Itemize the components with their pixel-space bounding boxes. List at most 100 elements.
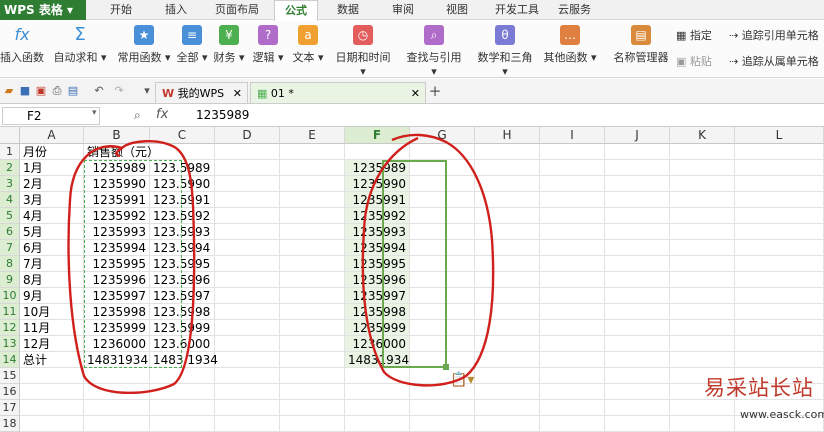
cell-sales[interactable]: 1235990 xyxy=(84,176,150,192)
grid-cell[interactable] xyxy=(215,416,280,432)
fill-handle[interactable] xyxy=(443,364,449,370)
grid-cell[interactable] xyxy=(215,192,280,208)
cell-scaled[interactable]: 123.5998 xyxy=(150,304,215,320)
grid-cell[interactable] xyxy=(215,144,280,160)
grid-cell[interactable] xyxy=(735,224,824,240)
cell-copied-sales[interactable]: 1235991 xyxy=(345,192,410,208)
grid-cell[interactable] xyxy=(280,144,345,160)
grid-cell[interactable] xyxy=(215,160,280,176)
grid-cell[interactable] xyxy=(410,288,475,304)
grid-cell[interactable] xyxy=(670,320,735,336)
grid-cell[interactable] xyxy=(475,304,540,320)
grid-cell[interactable] xyxy=(670,304,735,320)
grid-cell[interactable] xyxy=(605,400,670,416)
text-button[interactable]: a 文本 ▾ xyxy=(292,25,324,65)
grid-cell[interactable] xyxy=(540,400,605,416)
grid-cell[interactable] xyxy=(475,224,540,240)
grid-cell[interactable] xyxy=(215,336,280,352)
grid-cell[interactable] xyxy=(84,416,150,432)
row-header-1[interactable]: 1 xyxy=(0,144,20,160)
grid-cell[interactable] xyxy=(20,400,84,416)
grid-cell[interactable] xyxy=(150,400,215,416)
cell-b1[interactable]: 销售额（元） xyxy=(84,144,159,160)
grid-cell[interactable] xyxy=(280,336,345,352)
grid-cell[interactable] xyxy=(20,416,84,432)
open-folder-icon[interactable]: ▰ xyxy=(2,84,16,98)
column-header-b[interactable]: B xyxy=(84,127,150,144)
grid-cell[interactable] xyxy=(475,400,540,416)
cell-copied-sales[interactable]: 14831934 xyxy=(345,352,410,368)
row-header-3[interactable]: 3 xyxy=(0,176,20,192)
menu-review[interactable]: 审阅 xyxy=(392,0,414,20)
row-header-18[interactable]: 18 xyxy=(0,416,20,432)
cell-scaled[interactable]: 123.5992 xyxy=(150,208,215,224)
grid-cell[interactable] xyxy=(410,144,475,160)
grid-cell[interactable] xyxy=(670,160,735,176)
menu-home[interactable]: 开始 xyxy=(110,0,132,20)
grid-cell[interactable] xyxy=(215,304,280,320)
cell-copied-sales[interactable]: 1235995 xyxy=(345,256,410,272)
grid-cell[interactable] xyxy=(475,368,540,384)
cell-sales[interactable]: 1235994 xyxy=(84,240,150,256)
cell-month[interactable]: 总计 xyxy=(20,352,84,368)
grid-cell[interactable] xyxy=(540,416,605,432)
grid-cell[interactable] xyxy=(735,352,824,368)
column-header-a[interactable]: A xyxy=(20,127,84,144)
grid-cell[interactable] xyxy=(735,192,824,208)
grid-cell[interactable] xyxy=(605,256,670,272)
row-header-17[interactable]: 17 xyxy=(0,400,20,416)
row-header-8[interactable]: 8 xyxy=(0,256,20,272)
grid-cell[interactable] xyxy=(605,272,670,288)
grid-cell[interactable] xyxy=(605,336,670,352)
grid-cell[interactable] xyxy=(670,288,735,304)
app-menu-button[interactable]: WPS 表格 ▾ xyxy=(0,0,86,20)
tab-01[interactable]: ▦ 01 * ✕ xyxy=(250,82,426,103)
paste-options-icon[interactable]: 📋▾ xyxy=(450,372,474,388)
grid-cell[interactable] xyxy=(280,384,345,400)
grid-cell[interactable] xyxy=(280,240,345,256)
grid-cell[interactable] xyxy=(605,176,670,192)
grid-cell[interactable] xyxy=(670,192,735,208)
cell-month[interactable]: 1月 xyxy=(20,160,84,176)
cell-copied-sales[interactable]: 1235989 xyxy=(345,160,410,176)
grid-cell[interactable] xyxy=(475,288,540,304)
column-header-k[interactable]: K xyxy=(670,127,735,144)
trace-dependents-button[interactable]: ⇢ 追踪从属单元格 xyxy=(729,53,819,69)
grid-cell[interactable] xyxy=(670,400,735,416)
cell-scaled[interactable]: 123.5997 xyxy=(150,288,215,304)
grid-cell[interactable] xyxy=(345,400,410,416)
cell-copied-sales[interactable]: 1235990 xyxy=(345,176,410,192)
save-icon[interactable]: ■ xyxy=(18,84,32,98)
trace-precedents-button[interactable]: ⇢ 追踪引用单元格 xyxy=(729,27,819,43)
other-functions-button[interactable]: … 其他函数 ▾ xyxy=(543,25,597,65)
cell-scaled[interactable]: 1483.1934 xyxy=(150,352,218,368)
grid-cell[interactable] xyxy=(215,272,280,288)
grid-cell[interactable] xyxy=(410,400,475,416)
grid-cell[interactable] xyxy=(540,336,605,352)
grid-cell[interactable] xyxy=(280,368,345,384)
grid-cell[interactable] xyxy=(410,320,475,336)
grid-cell[interactable] xyxy=(475,416,540,432)
grid-cell[interactable] xyxy=(605,368,670,384)
row-header-11[interactable]: 11 xyxy=(0,304,20,320)
grid-cell[interactable] xyxy=(605,208,670,224)
grid-cell[interactable] xyxy=(475,256,540,272)
grid-cell[interactable] xyxy=(670,336,735,352)
grid-cell[interactable] xyxy=(410,176,475,192)
row-header-15[interactable]: 15 xyxy=(0,368,20,384)
cell-sales[interactable]: 1235999 xyxy=(84,320,150,336)
grid-cell[interactable] xyxy=(670,416,735,432)
grid-cell[interactable] xyxy=(605,352,670,368)
grid-cell[interactable] xyxy=(540,352,605,368)
cell-month[interactable]: 10月 xyxy=(20,304,84,320)
cell-scaled[interactable]: 123.5993 xyxy=(150,224,215,240)
grid-cell[interactable] xyxy=(410,416,475,432)
grid-cell[interactable] xyxy=(670,352,735,368)
menu-formula[interactable]: 公式 xyxy=(274,0,318,21)
row-header-2[interactable]: 2 xyxy=(0,160,20,176)
cell-month[interactable]: 12月 xyxy=(20,336,84,352)
grid-cell[interactable] xyxy=(540,144,605,160)
cell-month[interactable]: 8月 xyxy=(20,272,84,288)
grid-cell[interactable] xyxy=(215,400,280,416)
column-header-f[interactable]: F xyxy=(345,127,410,144)
